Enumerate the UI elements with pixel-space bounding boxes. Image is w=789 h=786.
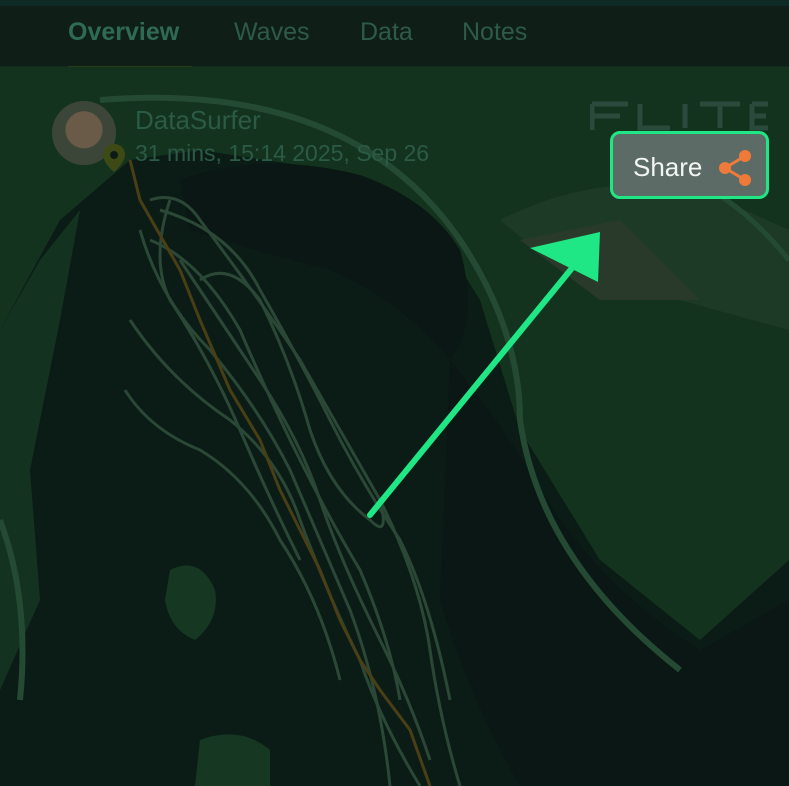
session-info: 31 mins, 15:14 2025, Sep 26 <box>135 140 430 166</box>
flite-logo <box>590 101 768 131</box>
user-name: DataSurfer <box>135 105 261 135</box>
tab-bar: Overview Waves Data Notes <box>0 6 789 70</box>
share-button[interactable]: Share <box>610 131 769 199</box>
tab-overview[interactable]: Overview <box>68 18 179 47</box>
tab-waves[interactable]: Waves <box>234 18 309 47</box>
tab-data[interactable]: Data <box>360 18 413 47</box>
tab-notes[interactable]: Notes <box>462 18 527 47</box>
location-pin-icon <box>103 144 125 172</box>
share-button-label: Share <box>633 152 703 182</box>
share-icon <box>719 150 751 186</box>
